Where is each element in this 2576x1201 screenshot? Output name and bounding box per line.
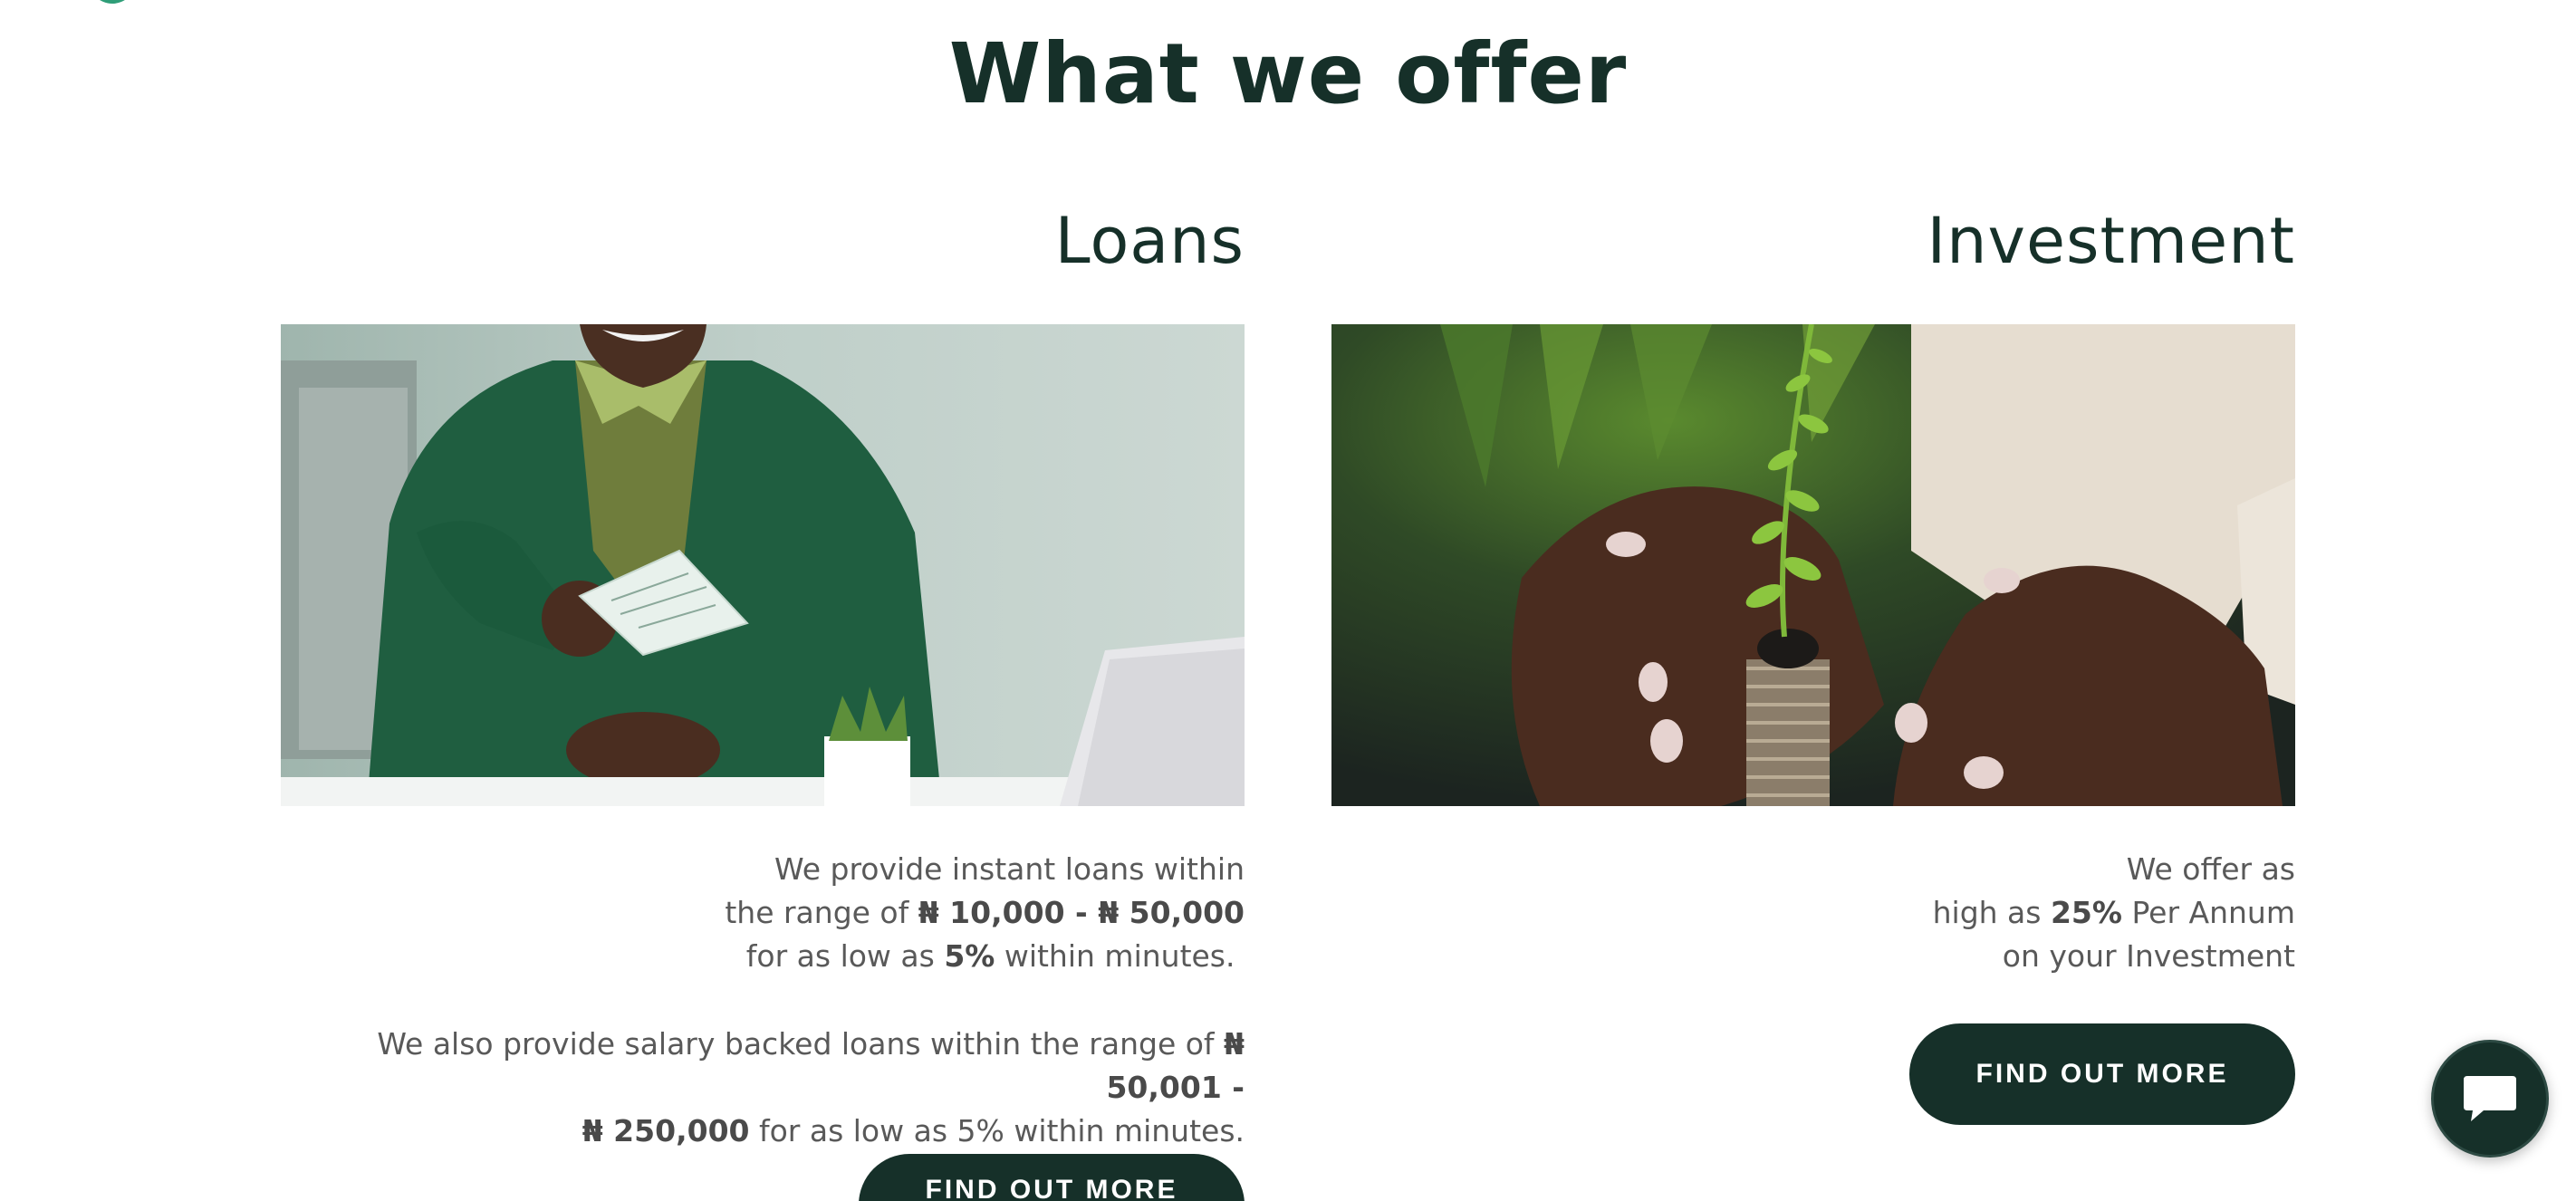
investment-line-3: on your Investment <box>2002 938 2295 974</box>
loans-line-2-prefix: the range of <box>725 895 918 930</box>
loans-line-3-prefix: for as low as <box>745 938 945 974</box>
loans-find-out-more-button[interactable]: FIND OUT MORE <box>859 1154 1245 1201</box>
investment-description: We offer as high as 25% Per Annum on you… <box>1933 848 2295 978</box>
loans-line-3-suffix: within minutes. <box>995 938 1235 974</box>
investment-column: Investment We offer as high as 25% Per A… <box>1331 0 2295 1201</box>
investment-button-label: FIND OUT MORE <box>1975 1059 2229 1089</box>
loans-range-max: ₦ 50,000 <box>1098 895 1245 930</box>
salary-loans-description: We also provide salary backed loans with… <box>281 1023 1245 1153</box>
investment-title: Investment <box>1927 204 2295 278</box>
investment-find-out-more-button[interactable]: FIND OUT MORE <box>1909 1023 2295 1125</box>
hands-protecting-plant-on-coins-image <box>1331 324 2295 806</box>
loans-column: Loans We provide instant loans within th… <box>281 0 1245 1201</box>
loans-image <box>281 324 1245 806</box>
logo-icon[interactable] <box>89 0 136 4</box>
loans-rate: 5% <box>944 938 995 974</box>
loans-button-label: FIND OUT MORE <box>925 1175 1178 1201</box>
investment-rate: 25% <box>2050 895 2122 930</box>
offer-section: What we offer Loans We provide instant l… <box>0 0 2576 1201</box>
chat-launcher-button[interactable] <box>2431 1040 2549 1158</box>
investment-line-2-suffix: Per Annum <box>2121 895 2295 930</box>
loans-range-min: ₦ 10,000 - <box>918 895 1099 930</box>
salary-prefix: We also provide salary backed loans with… <box>377 1026 1225 1062</box>
loans-line-1: We provide instant loans within <box>774 851 1245 887</box>
chat-bubble-icon <box>2464 1076 2516 1121</box>
loans-title: Loans <box>1054 204 1245 278</box>
salary-suffix: for as low as 5% within minutes. <box>749 1113 1245 1148</box>
investment-image <box>1331 324 2295 806</box>
businessman-handing-cheque-image <box>281 324 1245 806</box>
investment-line-2-prefix: high as <box>1932 895 2051 930</box>
investment-line-1: We offer as <box>2126 851 2295 887</box>
loans-description: We provide instant loans within the rang… <box>725 848 1245 978</box>
salary-range-max: ₦ 250,000 <box>582 1113 750 1148</box>
